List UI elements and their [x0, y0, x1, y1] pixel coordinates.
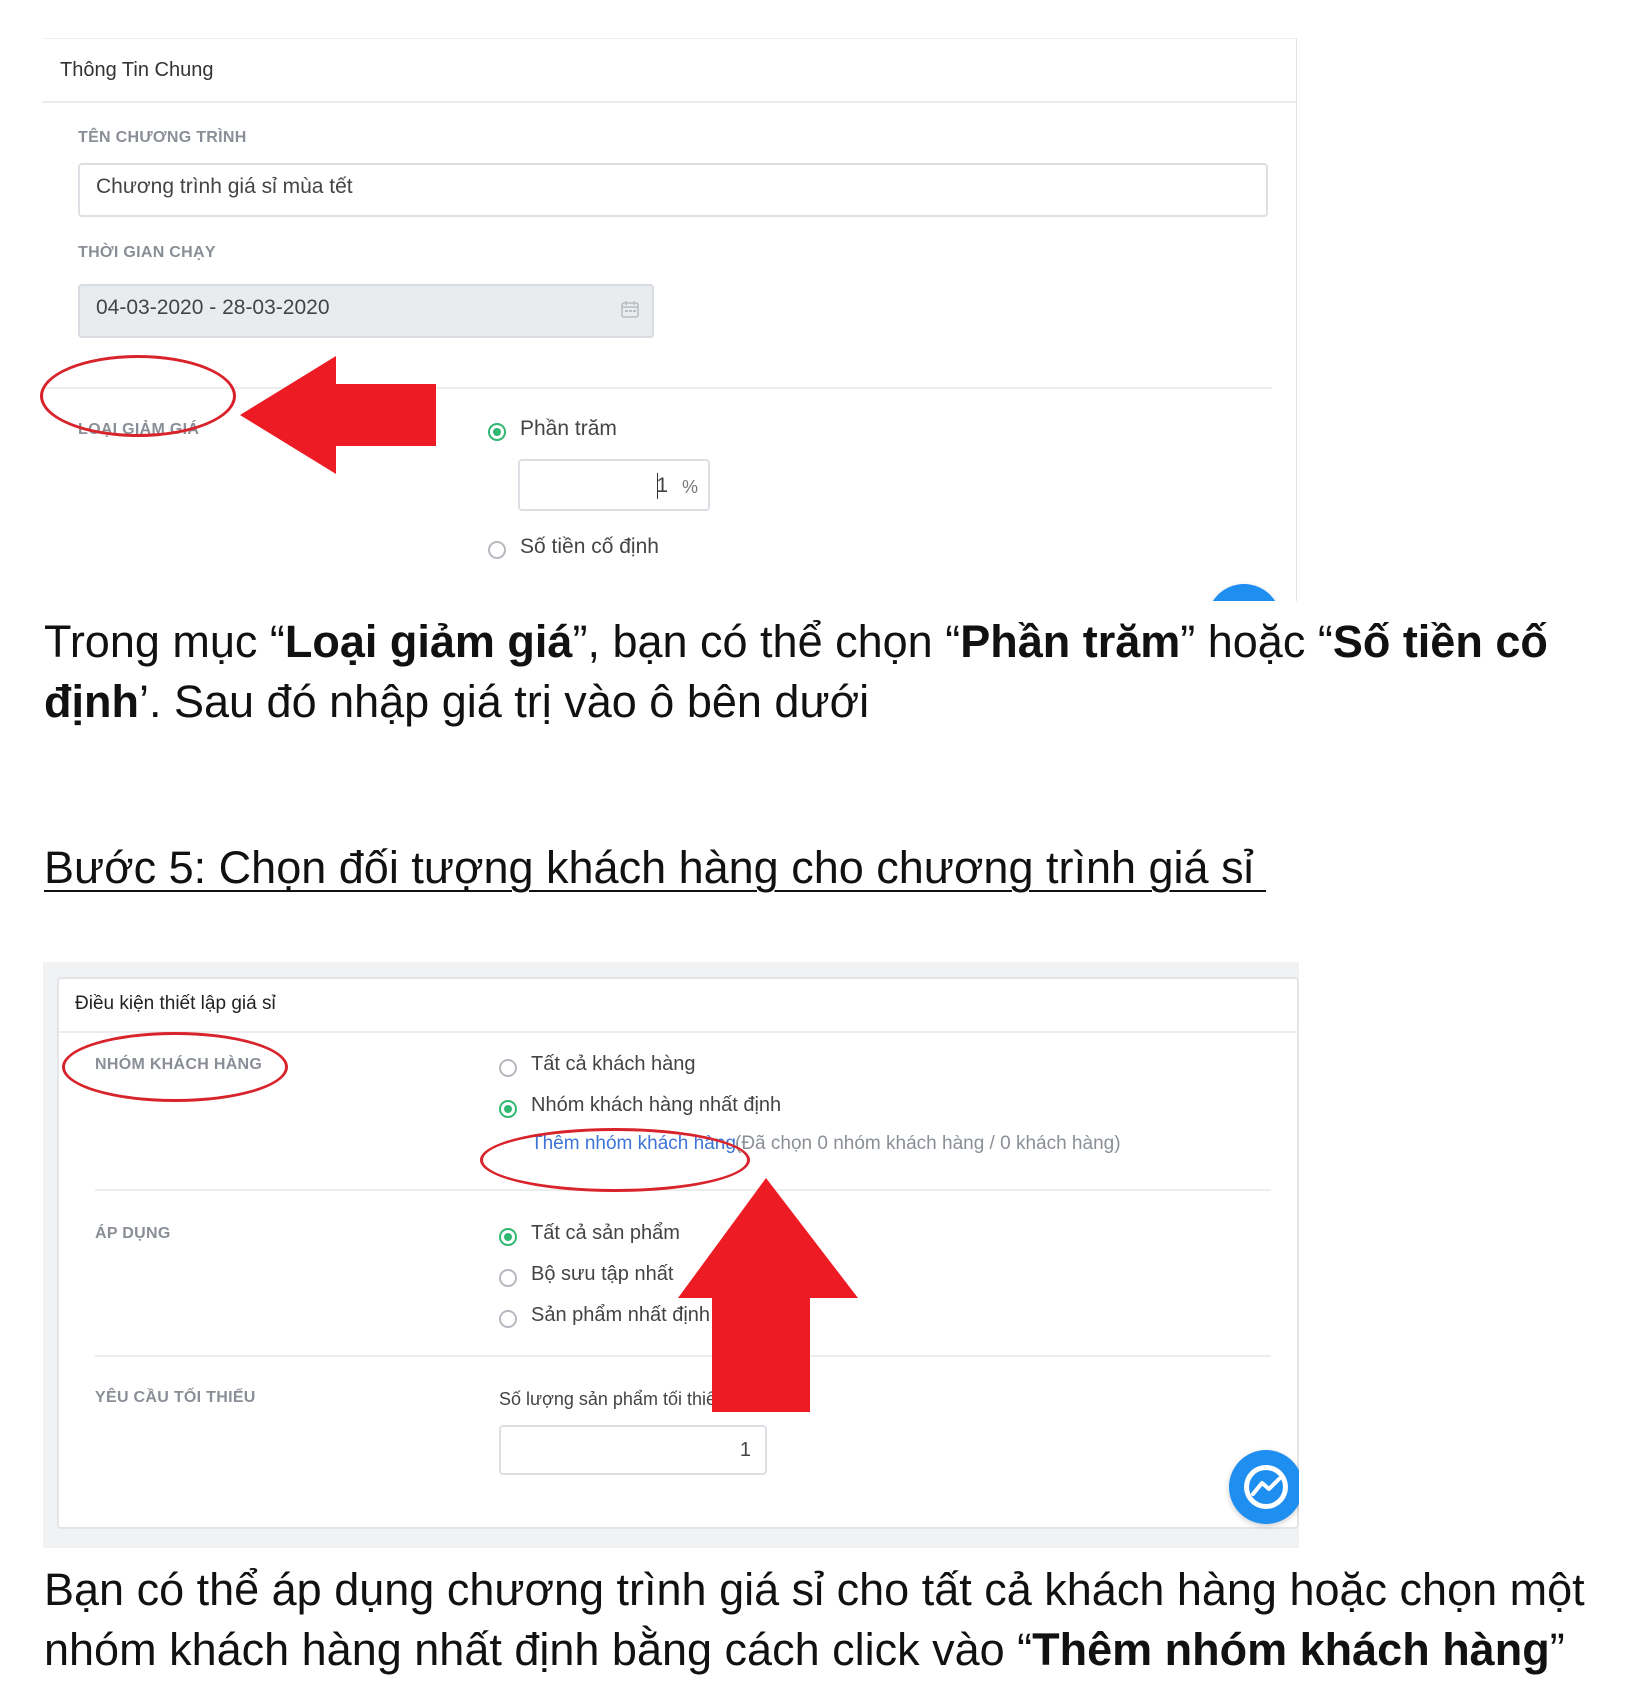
instruction-paragraph-1: Trong mục “Loại giảm giá”, bạn có thể ch…	[44, 612, 1604, 732]
messenger-chat-button[interactable]	[1229, 1450, 1299, 1524]
selected-count-note: (Đã chọn 0 nhóm khách hàng / 0 khách hàn…	[735, 1133, 1121, 1154]
min-quantity-value: 1	[739, 1439, 751, 1461]
percent-value-input[interactable]: 1 %	[518, 459, 710, 511]
discount-type-highlight-ellipse	[40, 355, 236, 437]
all-products-radio[interactable]	[499, 1228, 517, 1246]
fixed-amount-option-label[interactable]: Số tiền cố định	[520, 535, 659, 559]
para1-bold-1: Loại giảm giá	[284, 616, 573, 667]
run-time-label: THỜI GIAN CHẠY	[78, 244, 216, 261]
all-customers-radio[interactable]	[499, 1059, 517, 1077]
customer-group-highlight-ellipse	[62, 1032, 288, 1102]
min-quantity-input[interactable]: 1	[499, 1425, 767, 1475]
para1-bold-2: Phần trăm	[960, 616, 1181, 667]
percent-option-label[interactable]: Phần trăm	[520, 417, 617, 441]
percent-unit: %	[681, 477, 698, 497]
fixed-amount-radio[interactable]	[488, 541, 506, 559]
instruction-paragraph-2: Bạn có thể áp dụng chương trình giá sỉ c…	[44, 1560, 1604, 1680]
messenger-icon	[1244, 1465, 1288, 1509]
program-name-input[interactable]: Chương trình giá sỉ mùa tết	[78, 163, 1268, 217]
messenger-icon[interactable]	[1207, 584, 1281, 601]
collection-label[interactable]: Bộ sưu tập nhất	[531, 1263, 673, 1286]
para2-text-2: ”	[1549, 1624, 1565, 1675]
panel-title: Thông Tin Chung	[60, 59, 214, 81]
apply-label: ÁP DỤNG	[95, 1225, 171, 1242]
run-time-value: 04-03-2020 - 28-03-2020	[96, 296, 330, 319]
para1-text-3: ” hoặc “	[1180, 616, 1333, 667]
general-info-panel: Thông Tin Chung TÊN CHƯƠNG TRÌNH Chương …	[42, 38, 1297, 601]
para1-text-2: ”, bạn có thể chọn “	[572, 616, 961, 667]
percent-value: 1	[656, 474, 668, 497]
card-title: Điều kiện thiết lập giá sỉ	[75, 993, 276, 1014]
para2-bold-1: Thêm nhóm khách hàng	[1032, 1624, 1550, 1675]
min-requirement-label: YÊU CẦU TỐI THIẾU	[95, 1389, 256, 1406]
card-header-divider	[59, 1031, 1299, 1033]
calendar-icon[interactable]	[620, 299, 640, 319]
up-arrow-annotation	[678, 1178, 858, 1412]
para1-text-1: Trong mục “	[44, 616, 285, 667]
all-products-label[interactable]: Tất cả sản phẩm	[531, 1222, 680, 1245]
run-time-input[interactable]: 04-03-2020 - 28-03-2020	[78, 284, 654, 338]
para1-text-4: ’. Sau đó nhập giá trị vào ô bên dưới	[138, 676, 870, 727]
panel-header-divider	[42, 101, 1296, 103]
specific-group-label[interactable]: Nhóm khách hàng nhất định	[531, 1094, 781, 1117]
collection-radio[interactable]	[499, 1269, 517, 1287]
left-arrow-annotation	[240, 356, 436, 474]
step-5-heading: Bước 5: Chọn đối tượng khách hàng cho ch…	[44, 842, 1267, 893]
all-customers-label[interactable]: Tất cả khách hàng	[531, 1053, 696, 1076]
specific-products-radio[interactable]	[499, 1310, 517, 1328]
specific-group-radio[interactable]	[499, 1100, 517, 1118]
program-name-label: TÊN CHƯƠNG TRÌNH	[78, 129, 247, 146]
percent-radio[interactable]	[488, 423, 506, 441]
